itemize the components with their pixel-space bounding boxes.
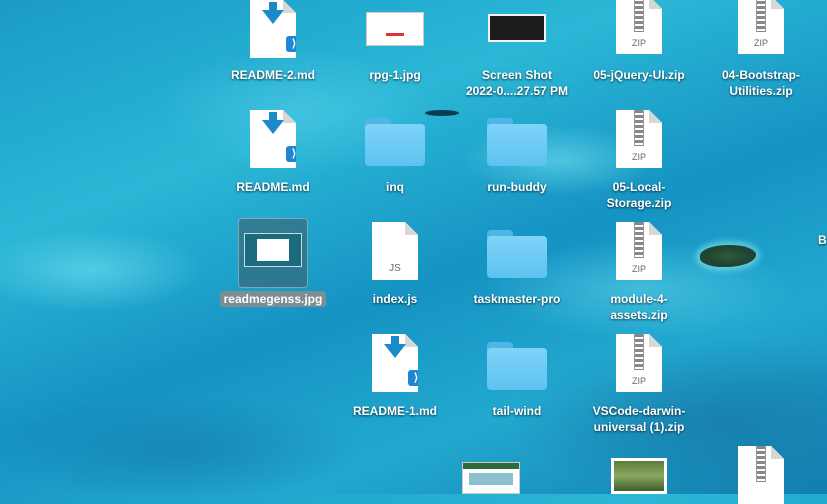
desktop-item-05-local-storage-zip[interactable]: ZIP 05-Local- Storage.zip xyxy=(581,110,697,210)
js-file-icon: JS xyxy=(372,222,418,280)
folder-label: inq xyxy=(386,180,404,194)
zip-file-icon: ZIP xyxy=(616,0,662,54)
desktop-item-inq-folder[interactable]: inq xyxy=(337,110,453,210)
desktop-item-module-4-assets-zip[interactable]: ZIP module-4- assets.zip xyxy=(581,222,697,322)
folder-label: tail-wind xyxy=(492,404,542,418)
file-label: README-2.md xyxy=(230,68,315,82)
desktop-item-readmegenss-selected[interactable]: readmegenss.jpg xyxy=(215,218,331,318)
vscode-md-file-icon: ⟩ xyxy=(250,110,296,168)
folder-icon xyxy=(487,342,547,390)
image-thumbnail-icon xyxy=(366,12,424,46)
vscode-md-file-icon: ⟩ xyxy=(372,334,418,392)
desktop-item-readme-2[interactable]: ⟩ README-2.md xyxy=(215,0,331,100)
zip-file-icon: ZIP xyxy=(738,0,784,54)
wallpaper-island xyxy=(700,245,756,267)
folder-icon xyxy=(487,230,547,278)
file-label: README.md xyxy=(236,180,310,194)
zip-file-icon: ZIP xyxy=(616,110,662,168)
desktop-item-vscode-darwin-zip[interactable]: ZIP VSCode-darwin- universal (1).zip xyxy=(581,334,697,434)
zip-file-icon: ZIP xyxy=(616,334,662,392)
file-label: 05-jQuery-UI.zip xyxy=(593,68,685,82)
file-label: README-1.md xyxy=(352,404,437,418)
offscreen-item-label: B xyxy=(818,233,827,247)
image-thumbnail-icon xyxy=(462,462,520,494)
desktop-item-taskmaster-pro-folder[interactable]: taskmaster-pro xyxy=(459,222,575,322)
desktop-item-readme[interactable]: ⟩ README.md xyxy=(215,110,331,210)
folder-label: taskmaster-pro xyxy=(473,292,561,306)
desktop-item-zip-partial[interactable] xyxy=(703,446,819,504)
desktop-item-readme-1[interactable]: ⟩ README-1.md xyxy=(337,334,453,434)
screenshot-thumbnail-icon xyxy=(488,14,546,42)
desktop-item-05-jquery-ui-zip[interactable]: ZIP 05-jQuery-UI.zip xyxy=(581,0,697,100)
desktop-item-tail-wind-folder[interactable]: tail-wind xyxy=(459,334,575,434)
desktop-item-04-bootstrap-zip[interactable]: ZIP 04-Bootstrap- Utilities.zip xyxy=(703,0,819,100)
desktop: ⟩ README-2.md rpg-1.jpg Screen Shot 2022… xyxy=(0,0,827,504)
photo-thumbnail-icon xyxy=(611,458,667,494)
desktop-item-photo-partial[interactable] xyxy=(581,456,697,494)
zip-file-icon: ZIP xyxy=(616,222,662,280)
desktop-item-run-buddy-folder[interactable]: run-buddy xyxy=(459,110,575,210)
zip-file-icon xyxy=(738,446,784,504)
file-label: module-4- assets.zip xyxy=(610,292,668,322)
desktop-item-rpg-1[interactable]: rpg-1.jpg xyxy=(337,0,453,100)
desktop-item-image-partial[interactable] xyxy=(433,460,549,494)
file-label: rpg-1.jpg xyxy=(369,68,421,82)
file-label: 05-Local- Storage.zip xyxy=(606,180,672,210)
file-label-selected: readmegenss.jpg xyxy=(215,291,331,307)
image-thumbnail-icon xyxy=(244,233,302,267)
vscode-md-file-icon: ⟩ xyxy=(250,0,296,58)
file-label: 04-Bootstrap- Utilities.zip xyxy=(721,68,800,98)
desktop-item-screen-shot[interactable]: Screen Shot 2022-0....27.57 PM xyxy=(459,0,575,100)
file-label: VSCode-darwin- universal (1).zip xyxy=(592,404,686,434)
folder-label: run-buddy xyxy=(487,180,547,194)
folder-icon xyxy=(365,118,425,166)
desktop-item-index-js[interactable]: JS index.js xyxy=(337,222,453,322)
folder-icon xyxy=(487,118,547,166)
file-label: Screen Shot 2022-0....27.57 PM xyxy=(465,68,569,98)
file-label: index.js xyxy=(372,292,418,306)
